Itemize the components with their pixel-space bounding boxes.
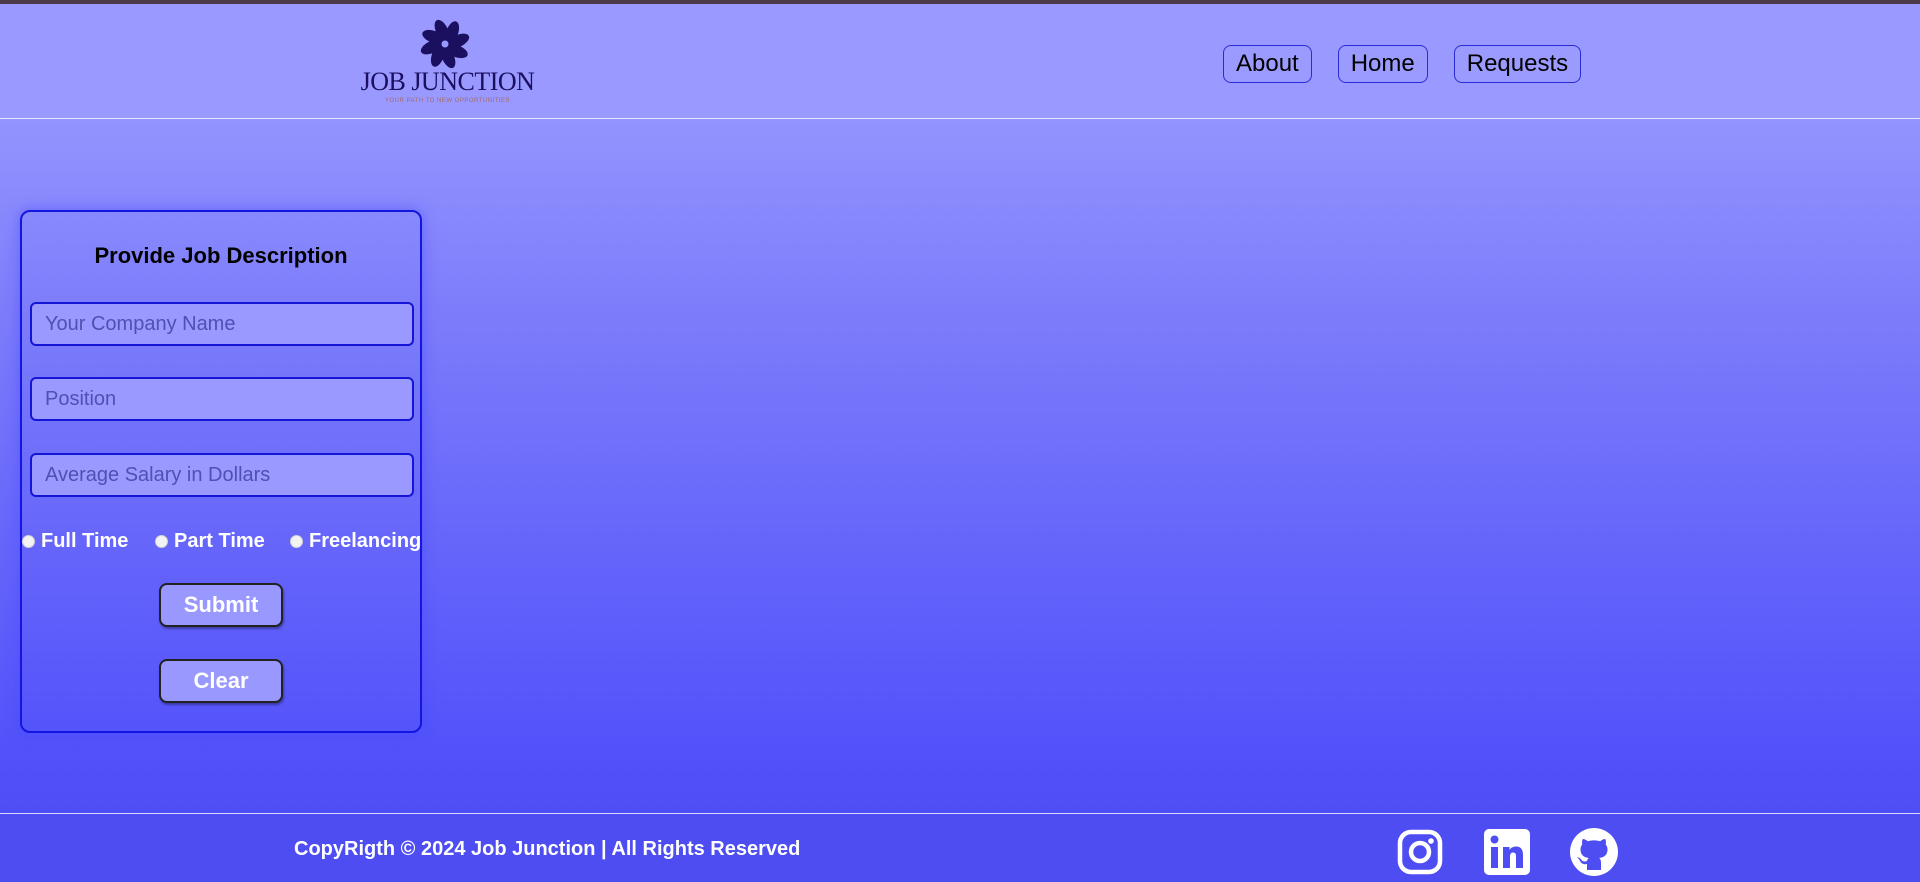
- nav-home-button[interactable]: Home: [1337, 44, 1428, 83]
- linkedin-icon[interactable]: [1483, 828, 1531, 876]
- main-nav: About Home Requests: [1223, 43, 1582, 84]
- radio-button[interactable]: [290, 534, 303, 548]
- radio-label: Part Time: [174, 529, 265, 552]
- site-footer: CopyRigth © 2024 Job Junction | All Righ…: [0, 813, 1920, 882]
- logo-tagline: YOUR PATH TO NEW OPPORTUNITIES: [384, 98, 511, 104]
- nav-requests-button[interactable]: Requests: [1453, 44, 1582, 83]
- submit-button[interactable]: Submit: [159, 583, 283, 627]
- radio-button[interactable]: [155, 534, 168, 548]
- radio-freelancing[interactable]: Freelancing: [290, 528, 421, 554]
- clear-button[interactable]: Clear: [159, 659, 283, 703]
- salary-input[interactable]: [30, 453, 414, 497]
- github-icon[interactable]: [1570, 828, 1618, 876]
- company-name-input[interactable]: [30, 302, 414, 346]
- radio-label: Freelancing: [309, 529, 422, 552]
- radio-part-time[interactable]: Part Time: [155, 528, 265, 554]
- job-type-radio-group: Full Time Part Time Freelancing: [22, 528, 442, 554]
- form-title: Provide Job Description: [94, 243, 348, 268]
- site-header: JOB JUNCTION YOUR PATH TO NEW OPPORTUNIT…: [0, 4, 1920, 119]
- logo-title: JOB JUNCTION: [360, 67, 535, 96]
- radio-button[interactable]: [22, 534, 35, 548]
- instagram-icon[interactable]: [1396, 828, 1444, 876]
- flower-logo-icon: [420, 19, 470, 69]
- radio-label: Full Time: [41, 529, 129, 552]
- radio-full-time[interactable]: Full Time: [22, 528, 128, 554]
- job-description-form: Provide Job Description Full Time Part T…: [20, 210, 422, 733]
- nav-about-button[interactable]: About: [1223, 44, 1312, 83]
- site-logo[interactable]: JOB JUNCTION YOUR PATH TO NEW OPPORTUNIT…: [355, 16, 540, 112]
- position-input[interactable]: [30, 377, 414, 421]
- copyright-text: CopyRigth © 2024 Job Junction | All Righ…: [294, 838, 801, 860]
